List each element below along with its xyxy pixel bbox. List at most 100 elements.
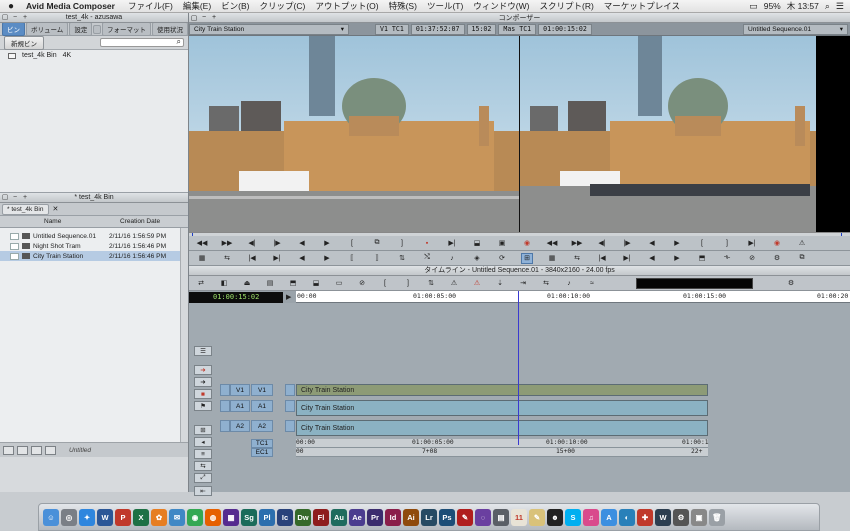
step-forward-icon[interactable]: ▶▶ — [571, 238, 583, 249]
record-timecode[interactable]: 01:00:15:02 — [538, 23, 592, 35]
menu-window[interactable]: ウィンドウ(W) — [468, 0, 534, 12]
snap-icon[interactable]: ⊞ — [521, 252, 533, 264]
menu-edit[interactable]: 編集(E) — [178, 0, 216, 12]
spotlight-icon[interactable]: ⌕ — [825, 1, 830, 12]
go-to-out-icon[interactable]: ▶| — [271, 253, 283, 264]
speedgrade-icon[interactable]: Sg — [241, 508, 257, 526]
source-duration[interactable]: 15:02 — [466, 23, 497, 35]
mark-in-icon[interactable]: [ — [696, 238, 708, 249]
acrobat-icon[interactable]: ✎ — [457, 508, 473, 526]
no-entry-icon[interactable]: ⊘ — [356, 278, 368, 289]
match-frame-icon[interactable]: ▦ — [196, 253, 208, 264]
splice-in-icon[interactable]: ⬓ — [471, 238, 483, 249]
tool-2-icon[interactable]: ◂ — [194, 437, 212, 447]
column-creation-date[interactable]: Creation Date — [116, 218, 160, 225]
jog-right-icon[interactable]: ▶ — [321, 253, 333, 264]
audio-mix-icon[interactable]: ♪ — [446, 253, 458, 264]
add-edit-icon[interactable]: ⇅ — [425, 278, 437, 289]
after-effects-icon[interactable]: Ae — [349, 508, 365, 526]
trim-left-icon[interactable]: ⟦ — [346, 253, 358, 264]
jog-right-icon[interactable]: ▶ — [671, 253, 683, 264]
zoom-icon[interactable]: ⇤ — [194, 486, 212, 496]
split-icon[interactable]: ⇥ — [517, 278, 529, 289]
add-edit-icon[interactable]: ⇅ — [396, 253, 408, 264]
mail-icon[interactable]: ✉ — [169, 508, 185, 526]
minimize-icon[interactable]: − — [10, 193, 20, 202]
prelude-icon[interactable]: Pl — [259, 508, 275, 526]
tab-usage[interactable]: 使用状況 — [152, 22, 188, 36]
effect-icon[interactable]: ◈ — [471, 253, 483, 264]
itunes-icon[interactable]: ♫ — [583, 508, 599, 526]
step-forward-icon[interactable]: ▶▶ — [221, 238, 233, 249]
flash-icon[interactable]: Fl — [313, 508, 329, 526]
yellow-arrow-icon[interactable]: ➜ — [194, 377, 212, 387]
new-bin-button[interactable]: 新規ビン — [4, 35, 44, 50]
lift-icon[interactable]: ◉ — [521, 238, 533, 249]
track-menu-icon[interactable]: ☰ — [194, 346, 212, 356]
toggle-source-record-icon[interactable]: ⇄ — [195, 278, 207, 289]
timeline-playhead[interactable] — [518, 291, 519, 445]
world-icon[interactable]: ◐ — [619, 508, 635, 526]
track-lock[interactable] — [285, 384, 295, 396]
audio-clip[interactable]: City Train Station — [296, 400, 708, 416]
go-to-out-icon[interactable]: ▶| — [621, 253, 633, 264]
firefox-icon[interactable]: ◍ — [205, 508, 221, 526]
mark-out-icon[interactable]: ] — [402, 278, 414, 289]
tab-settings[interactable]: 設定 — [69, 22, 93, 36]
record-track-display[interactable]: Mas TC1 — [498, 23, 537, 35]
video-clip[interactable]: City Train Station — [296, 384, 708, 396]
eject-icon[interactable]: ⏏ — [241, 278, 253, 289]
tool-4-icon[interactable]: ⇆ — [194, 461, 212, 471]
jog-left-icon[interactable]: ◀ — [646, 253, 658, 264]
segment-mode-icon[interactable]: ▭ — [333, 278, 345, 289]
source-track-v1[interactable]: V1 — [230, 384, 250, 396]
incopy-icon[interactable]: Ic — [277, 508, 293, 526]
tool-1-icon[interactable]: ⊞ — [194, 425, 212, 435]
indesign-icon[interactable]: Id — [385, 508, 401, 526]
tab-volumes[interactable]: ボリューム — [26, 22, 69, 36]
table-row[interactable]: Untitled Sequence.01 2/11/16 1:56:59 PM — [0, 231, 188, 241]
step-forward-frame-icon[interactable]: |▶ — [271, 238, 283, 249]
settings-icon[interactable]: ⚙ — [771, 253, 783, 264]
step-back-icon[interactable]: ◀◀ — [196, 238, 208, 249]
track-lock[interactable] — [285, 400, 295, 412]
menu-marketplace[interactable]: マーケットプレイス — [599, 0, 685, 12]
go-to-in-icon[interactable]: |◀ — [246, 253, 258, 264]
overwrite-icon[interactable]: ▣ — [496, 238, 508, 249]
timeline-ruler[interactable]: 00:00 01:00:05:00 01:00:10:00 01:00:15:0… — [296, 291, 850, 303]
source-track-toggle[interactable] — [220, 420, 230, 432]
record-monitor[interactable] — [520, 36, 816, 232]
dreamweaver-icon[interactable]: Dw — [295, 508, 311, 526]
lift-icon[interactable]: ⬒ — [287, 278, 299, 289]
tab-bins[interactable]: ビン — [2, 22, 25, 36]
tool-3-icon[interactable]: ≡ — [194, 449, 212, 459]
step-back-frame-icon[interactable]: ◀| — [596, 238, 608, 249]
red-marker-icon[interactable]: ■ — [194, 389, 212, 399]
maximize-icon[interactable]: + — [20, 13, 30, 22]
premiere-icon[interactable]: Pr — [367, 508, 383, 526]
video-quality-icon[interactable]: ◧ — [218, 278, 230, 289]
menu-special[interactable]: 特殊(S) — [384, 0, 422, 12]
go-to-out-icon[interactable]: ▶| — [446, 238, 458, 249]
app-name-menu[interactable]: Avid Media Composer — [22, 1, 123, 11]
render-icon[interactable]: ⚠ — [796, 238, 808, 249]
render-icon[interactable]: ⚠ — [448, 278, 460, 289]
source-clip-menu[interactable]: City Train Station ▾ — [189, 23, 349, 35]
utility-icon[interactable]: ◌ — [475, 508, 491, 526]
safari-icon[interactable]: ✦ — [79, 508, 95, 526]
step-back-icon[interactable]: ◀◀ — [546, 238, 558, 249]
step-forward-frame-icon[interactable]: |▶ — [621, 238, 633, 249]
close-tab-icon[interactable]: ✕ — [53, 205, 59, 213]
trim-right-icon[interactable]: ⟧ — [371, 253, 383, 264]
tc1-track-label[interactable]: TC1 — [251, 439, 273, 448]
step-back-frame-icon[interactable]: ◀| — [246, 238, 258, 249]
source-track-display[interactable]: V1 TC1 — [375, 23, 409, 35]
maximize-icon[interactable]: + — [20, 193, 30, 202]
tool-5-icon[interactable]: ⤢ — [194, 473, 212, 483]
menu-file[interactable]: ファイル(F) — [123, 0, 178, 12]
lift-segment-icon[interactable]: ⬒ — [696, 253, 708, 264]
play-icon[interactable]: ▶ — [286, 293, 294, 301]
yellow-flag-icon[interactable]: ⚑ — [194, 401, 212, 411]
excel-icon[interactable]: X — [133, 508, 149, 526]
apple-menu-icon[interactable]: ● — [0, 1, 22, 12]
